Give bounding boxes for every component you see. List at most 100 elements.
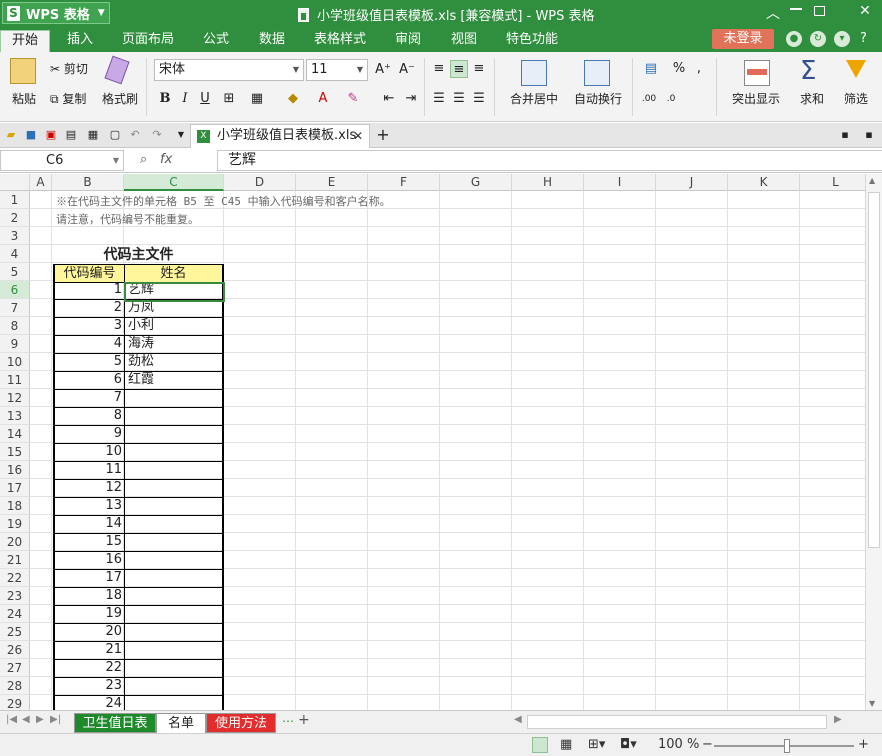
- merge-center-icon[interactable]: [521, 60, 547, 86]
- conditional-format-icon[interactable]: [744, 60, 770, 86]
- tab-insert[interactable]: 插入: [56, 30, 104, 52]
- row-header[interactable]: 13: [0, 407, 30, 425]
- align-center-icon[interactable]: ☰: [450, 90, 468, 108]
- scroll-right-icon[interactable]: ▶: [834, 714, 842, 725]
- cell-name[interactable]: [124, 443, 224, 462]
- format-painter-icon[interactable]: [104, 55, 130, 85]
- name-box[interactable]: C6 ▼: [0, 150, 124, 171]
- paste-button[interactable]: 粘贴: [6, 90, 42, 107]
- row-header[interactable]: 10: [0, 353, 30, 371]
- zoom-slider-thumb[interactable]: [784, 739, 790, 753]
- column-header-d[interactable]: D: [224, 174, 296, 191]
- row-header[interactable]: 5: [0, 263, 30, 281]
- print-preview-icon[interactable]: ▤: [64, 128, 78, 142]
- collapse-ribbon-icon[interactable]: ︿: [762, 3, 784, 23]
- clear-format-icon[interactable]: ✎: [344, 90, 362, 108]
- align-middle-icon[interactable]: ≡: [450, 60, 468, 78]
- first-sheet-icon[interactable]: |◀: [6, 714, 17, 725]
- page-layout-view-icon[interactable]: ⊞▾: [588, 737, 605, 752]
- row-header[interactable]: 23: [0, 587, 30, 605]
- cell-name[interactable]: 红霞: [124, 371, 224, 390]
- print-icon[interactable]: ▦: [86, 128, 100, 142]
- cell-name[interactable]: 海涛: [124, 335, 224, 354]
- merge-center-button[interactable]: 合并居中: [502, 90, 566, 107]
- sheet-tab-instructions[interactable]: 使用方法: [206, 713, 276, 733]
- chevron-down-icon[interactable]: ▼: [174, 128, 188, 142]
- row-header[interactable]: 6: [0, 281, 30, 299]
- undo-icon[interactable]: ↶: [128, 128, 142, 142]
- cell-name[interactable]: [124, 425, 224, 444]
- new-tab-icon[interactable]: +: [376, 127, 390, 143]
- cell-name[interactable]: [124, 659, 224, 678]
- export-pdf-icon[interactable]: ▣: [44, 128, 58, 142]
- row-header[interactable]: 1: [0, 191, 30, 209]
- indent-increase-icon[interactable]: ⇥: [402, 90, 420, 108]
- sheet-tab-roster[interactable]: 名单: [156, 713, 206, 733]
- vertical-scroll-thumb[interactable]: [868, 192, 880, 548]
- select-all-corner[interactable]: [0, 174, 30, 191]
- cell-code[interactable]: 19: [53, 605, 125, 624]
- row-header[interactable]: 11: [0, 371, 30, 389]
- prev-sheet-icon[interactable]: ◀: [22, 714, 30, 725]
- row-header[interactable]: 16: [0, 461, 30, 479]
- document-tab[interactable]: X 小学班级值日表模板.xls ✕: [190, 124, 370, 148]
- cell-code[interactable]: 12: [53, 479, 125, 498]
- cell-name[interactable]: [124, 551, 224, 570]
- row-header[interactable]: 25: [0, 623, 30, 641]
- zoom-out-icon[interactable]: −: [702, 737, 713, 752]
- minimize-button[interactable]: [790, 8, 802, 10]
- cell-code[interactable]: 9: [53, 425, 125, 444]
- tab-data[interactable]: 数据: [250, 30, 294, 52]
- cell-code[interactable]: 17: [53, 569, 125, 588]
- cell-code[interactable]: 8: [53, 407, 125, 426]
- cell-name[interactable]: [124, 389, 224, 408]
- tab-view[interactable]: 视图: [442, 30, 486, 52]
- tab-special-features[interactable]: 特色功能: [500, 30, 564, 52]
- maximize-button[interactable]: [814, 6, 825, 16]
- next-sheet-icon[interactable]: ▶: [36, 714, 44, 725]
- column-header-g[interactable]: G: [440, 174, 512, 191]
- column-header-a[interactable]: A: [30, 174, 52, 191]
- cell-code[interactable]: 11: [53, 461, 125, 480]
- preview-icon[interactable]: ▢: [108, 128, 122, 142]
- decrease-decimal-icon[interactable]: .0: [662, 90, 680, 108]
- row-header[interactable]: 18: [0, 497, 30, 515]
- horizontal-scrollbar[interactable]: [527, 715, 827, 729]
- cut-button[interactable]: ✂ 剪切: [50, 60, 100, 77]
- row-header[interactable]: 2: [0, 209, 30, 227]
- cell-code[interactable]: 6: [53, 371, 125, 390]
- fill-color-icon[interactable]: ◆: [284, 90, 302, 108]
- column-header-k[interactable]: K: [728, 174, 800, 191]
- tab-formulas[interactable]: 公式: [194, 30, 238, 52]
- increase-font-icon[interactable]: A⁺: [374, 61, 392, 79]
- scroll-up-icon[interactable]: ▲: [869, 176, 875, 185]
- wrap-text-button[interactable]: 自动换行: [570, 90, 626, 107]
- redo-icon[interactable]: ↷: [150, 128, 164, 142]
- close-button[interactable]: ✕: [854, 3, 876, 19]
- close-tab-icon[interactable]: ✕: [353, 125, 363, 147]
- row-header[interactable]: 17: [0, 479, 30, 497]
- cell-code[interactable]: 5: [53, 353, 125, 372]
- column-header-e[interactable]: E: [296, 174, 368, 191]
- column-header-l[interactable]: L: [800, 174, 865, 191]
- bold-icon[interactable]: B: [156, 90, 174, 108]
- sum-icon[interactable]: Σ: [800, 58, 826, 84]
- cell-code[interactable]: 21: [53, 641, 125, 660]
- row-header[interactable]: 21: [0, 551, 30, 569]
- tab-review[interactable]: 审阅: [386, 30, 430, 52]
- restore-window-icon[interactable]: ▪: [838, 128, 852, 142]
- highlight-button[interactable]: 突出显示: [724, 90, 788, 107]
- scroll-down-icon[interactable]: ▼: [869, 699, 875, 708]
- percent-icon[interactable]: %: [670, 60, 688, 78]
- row-header[interactable]: 24: [0, 605, 30, 623]
- row-header[interactable]: 29: [0, 695, 30, 710]
- italic-icon[interactable]: I: [176, 90, 194, 108]
- filter-button[interactable]: 筛选: [836, 90, 876, 107]
- save-icon[interactable]: ■: [24, 128, 38, 142]
- sheet-tab-duty-roster[interactable]: 卫生值日表: [74, 713, 156, 733]
- tab-home[interactable]: 开始: [0, 30, 50, 52]
- shirt-icon[interactable]: ▾: [834, 31, 850, 47]
- cell-code[interactable]: 2: [53, 299, 125, 318]
- cell-name[interactable]: 劲松: [124, 353, 224, 372]
- more-sheets-icon[interactable]: ⋯: [282, 714, 294, 728]
